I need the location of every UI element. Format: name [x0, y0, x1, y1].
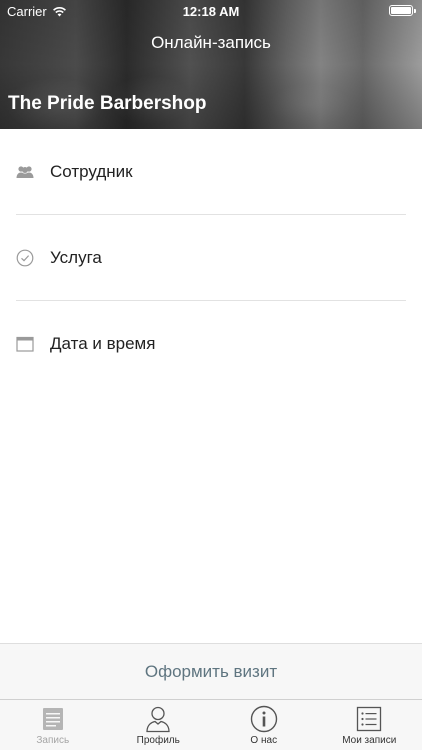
tab-my-bookings[interactable]: Мои записи — [317, 700, 422, 750]
header-banner: Carrier 12:18 AM Онлайн-запись The Pride… — [0, 0, 422, 129]
battery-icon — [389, 5, 416, 16]
page-title: Онлайн-запись — [151, 33, 271, 52]
check-circle-icon — [16, 249, 34, 267]
tab-profile[interactable]: Профиль — [106, 700, 212, 750]
booking-options-list: Сотрудник Услуга Дата и время — [0, 129, 422, 386]
person-icon — [143, 704, 173, 734]
shop-name: The Pride Barbershop — [8, 93, 207, 114]
calendar-icon — [16, 335, 34, 353]
row-service-label: Услуга — [50, 247, 102, 267]
row-service[interactable]: Услуга — [0, 215, 422, 300]
status-time: 12:18 AM — [182, 4, 240, 19]
row-employee[interactable]: Сотрудник — [0, 129, 422, 214]
info-icon — [249, 704, 279, 734]
tab-bar: Запись Профиль О нас Мои записи — [0, 699, 422, 750]
tab-booking[interactable]: Запись — [0, 700, 106, 750]
tab-about[interactable]: О нас — [211, 700, 317, 750]
tab-profile-label: Профиль — [136, 735, 180, 746]
row-datetime[interactable]: Дата и время — [0, 301, 422, 386]
tab-about-label: О нас — [250, 735, 278, 746]
app-screen: Carrier 12:18 AM Онлайн-запись The Pride… — [0, 0, 422, 750]
tab-booking-label: Запись — [36, 735, 70, 746]
group-icon — [16, 163, 34, 181]
status-bar: Carrier 12:18 AM — [0, 0, 422, 22]
document-icon — [38, 704, 68, 734]
list-icon — [354, 704, 384, 734]
row-datetime-label: Дата и время — [50, 333, 156, 353]
row-employee-label: Сотрудник — [50, 161, 133, 181]
tab-my-bookings-label: Мои записи — [342, 735, 397, 746]
book-visit-button[interactable]: Оформить визит — [0, 643, 422, 699]
